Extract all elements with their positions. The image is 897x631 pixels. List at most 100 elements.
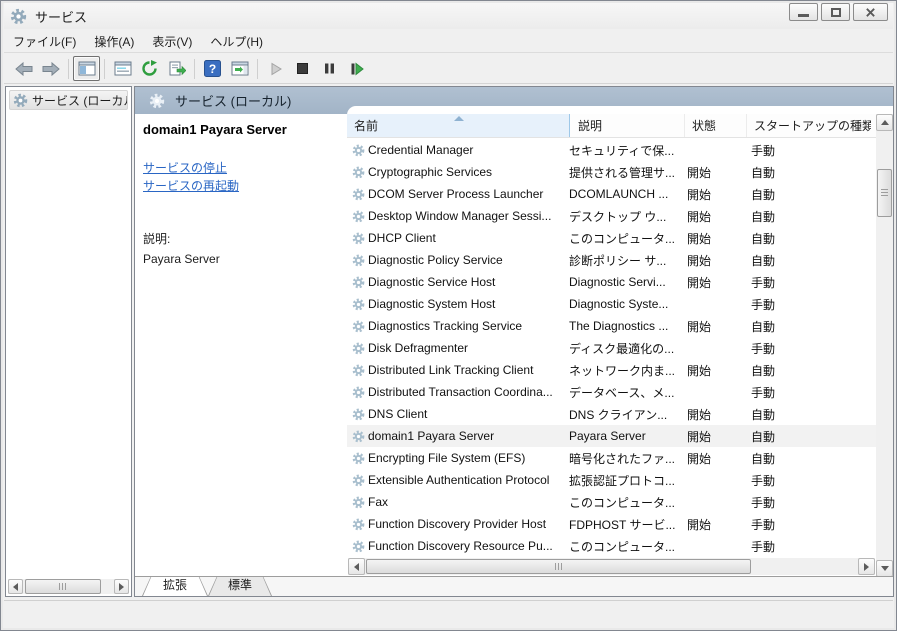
service-description: このコンピュータ... xyxy=(567,494,680,511)
column-header-description[interactable]: 説明 xyxy=(571,114,685,138)
service-description: DNS クライアン... xyxy=(567,406,680,423)
show-action-pane-button[interactable] xyxy=(226,56,253,81)
tab-extended[interactable]: 拡張 xyxy=(142,576,208,596)
scroll-right-button[interactable] xyxy=(858,558,875,575)
scroll-down-button[interactable] xyxy=(876,560,893,577)
tree-item-label: サービス (ローカル) xyxy=(32,92,128,109)
services-gear-icon xyxy=(13,93,28,108)
service-row[interactable]: Function Discovery Resource Pu...このコンピュー… xyxy=(347,535,876,557)
menu-view[interactable]: 表示(V) xyxy=(143,30,201,53)
forward-button[interactable] xyxy=(37,56,64,81)
service-gear-icon xyxy=(352,342,365,355)
scroll-left-button[interactable] xyxy=(8,579,23,594)
menu-action[interactable]: 操作(A) xyxy=(85,30,143,53)
service-startup-type: 手動 xyxy=(742,296,862,313)
service-row[interactable]: DHCP Clientこのコンピュータ...開始自動 xyxy=(347,227,876,249)
properties-button[interactable] xyxy=(109,56,136,81)
restart-service-button[interactable] xyxy=(343,56,370,81)
service-gear-icon xyxy=(352,232,365,245)
service-name: Fax xyxy=(365,495,567,509)
service-description: セキュリティで保... xyxy=(567,142,680,159)
title-bar: サービス xyxy=(4,3,893,29)
tree-item-services-local[interactable]: サービス (ローカル) xyxy=(9,90,128,110)
show-console-tree-button[interactable] xyxy=(73,56,100,81)
service-description: デスクトップ ウ... xyxy=(567,208,680,225)
status-bar xyxy=(4,600,893,627)
restart-service-link[interactable]: サービスの再起動 xyxy=(143,177,239,194)
pause-service-button[interactable] xyxy=(316,56,343,81)
column-header-name[interactable]: 名前 xyxy=(347,114,570,138)
service-row[interactable]: Desktop Window Manager Sessi...デスクトップ ウ.… xyxy=(347,205,876,227)
service-row[interactable]: DNS ClientDNS クライアン...開始自動 xyxy=(347,403,876,425)
svg-text:?: ? xyxy=(209,62,216,76)
menu-file[interactable]: ファイル(F) xyxy=(4,30,85,53)
back-button[interactable] xyxy=(10,56,37,81)
service-row[interactable]: Diagnostic Policy Service診断ポリシー サ...開始自動 xyxy=(347,249,876,271)
help-button[interactable]: ? xyxy=(199,56,226,81)
service-row[interactable]: Disk Defragmenterディスク最適化の...手動 xyxy=(347,337,876,359)
service-row[interactable]: Encrypting File System (EFS)暗号化されたファ...開… xyxy=(347,447,876,469)
arrow-right-icon xyxy=(119,583,124,591)
column-header-startup-type[interactable]: スタートアップの種類 xyxy=(747,114,871,138)
scrollbar-thumb[interactable] xyxy=(366,559,751,574)
toolbar-separator xyxy=(257,59,258,79)
vertical-scrollbar[interactable] xyxy=(876,114,893,577)
service-status: 開始 xyxy=(680,164,742,181)
tree-horizontal-scrollbar[interactable] xyxy=(8,579,129,594)
service-row[interactable]: Function Discovery Provider HostFDPHOST … xyxy=(347,513,876,535)
service-startup-type: 自動 xyxy=(742,406,862,423)
service-name: Diagnostics Tracking Service xyxy=(365,319,567,333)
stop-service-button[interactable] xyxy=(289,56,316,81)
services-list: 名前 説明 状態 スタートアップの種類 Credential Managerセキ… xyxy=(347,106,893,577)
scrollbar-thumb[interactable] xyxy=(877,169,892,217)
service-description: このコンピュータ... xyxy=(567,230,680,247)
console-tree-pane: サービス (ローカル) xyxy=(5,86,132,597)
scroll-up-button[interactable] xyxy=(876,114,893,131)
service-gear-icon xyxy=(352,364,365,377)
service-status: 開始 xyxy=(680,428,742,445)
service-description: 暗号化されたファ... xyxy=(567,450,680,467)
selected-service-title: domain1 Payara Server xyxy=(143,122,287,137)
export-list-button[interactable] xyxy=(163,56,190,81)
start-service-button[interactable] xyxy=(262,56,289,81)
service-startup-type: 手動 xyxy=(742,516,862,533)
refresh-button[interactable] xyxy=(136,56,163,81)
scrollbar-thumb[interactable] xyxy=(25,579,101,594)
service-row[interactable]: Distributed Link Tracking Clientネットワーク内ま… xyxy=(347,359,876,381)
service-description: 診断ポリシー サ... xyxy=(567,252,680,269)
close-icon xyxy=(865,7,876,18)
arrow-up-icon xyxy=(881,120,889,125)
service-row[interactable]: Diagnostics Tracking ServiceThe Diagnost… xyxy=(347,315,876,337)
restore-button[interactable] xyxy=(821,3,850,21)
stop-service-link[interactable]: サービスの停止 xyxy=(143,159,227,176)
column-header-status[interactable]: 状態 xyxy=(685,114,747,138)
service-row[interactable]: Diagnostic Service HostDiagnostic Servi.… xyxy=(347,271,876,293)
scroll-right-button[interactable] xyxy=(114,579,129,594)
minimize-button[interactable] xyxy=(789,3,818,21)
service-row[interactable]: Distributed Transaction Coordina...データベー… xyxy=(347,381,876,403)
service-startup-type: 自動 xyxy=(742,362,862,379)
console-tree-icon xyxy=(78,61,96,76)
horizontal-scrollbar[interactable] xyxy=(348,558,875,575)
service-description: The Diagnostics ... xyxy=(567,319,680,333)
menu-help[interactable]: ヘルプ(H) xyxy=(201,30,272,53)
service-row[interactable]: domain1 Payara ServerPayara Server開始自動 xyxy=(347,425,876,447)
service-row[interactable]: Diagnostic System HostDiagnostic Syste..… xyxy=(347,293,876,315)
service-startup-type: 手動 xyxy=(742,384,862,401)
service-row[interactable]: Faxこのコンピュータ...手動 xyxy=(347,491,876,513)
service-gear-icon xyxy=(352,474,365,487)
close-button[interactable] xyxy=(853,3,888,21)
description-label: 説明: xyxy=(143,230,170,247)
service-name: DCOM Server Process Launcher xyxy=(365,187,567,201)
scroll-left-button[interactable] xyxy=(348,558,365,575)
service-row[interactable]: Cryptographic Services提供される管理サ...開始自動 xyxy=(347,161,876,183)
tab-standard[interactable]: 標準 xyxy=(208,576,272,596)
service-name: Diagnostic System Host xyxy=(365,297,567,311)
service-row[interactable]: Credential Managerセキュリティで保...手動 xyxy=(347,139,876,161)
service-row[interactable]: DCOM Server Process LauncherDCOMLAUNCH .… xyxy=(347,183,876,205)
service-name: DNS Client xyxy=(365,407,567,421)
service-name: Function Discovery Provider Host xyxy=(365,517,567,531)
service-row[interactable]: Extensible Authentication Protocol拡張認証プロ… xyxy=(347,469,876,491)
service-name: Function Discovery Resource Pu... xyxy=(365,539,567,553)
toolbar-separator xyxy=(104,59,105,79)
